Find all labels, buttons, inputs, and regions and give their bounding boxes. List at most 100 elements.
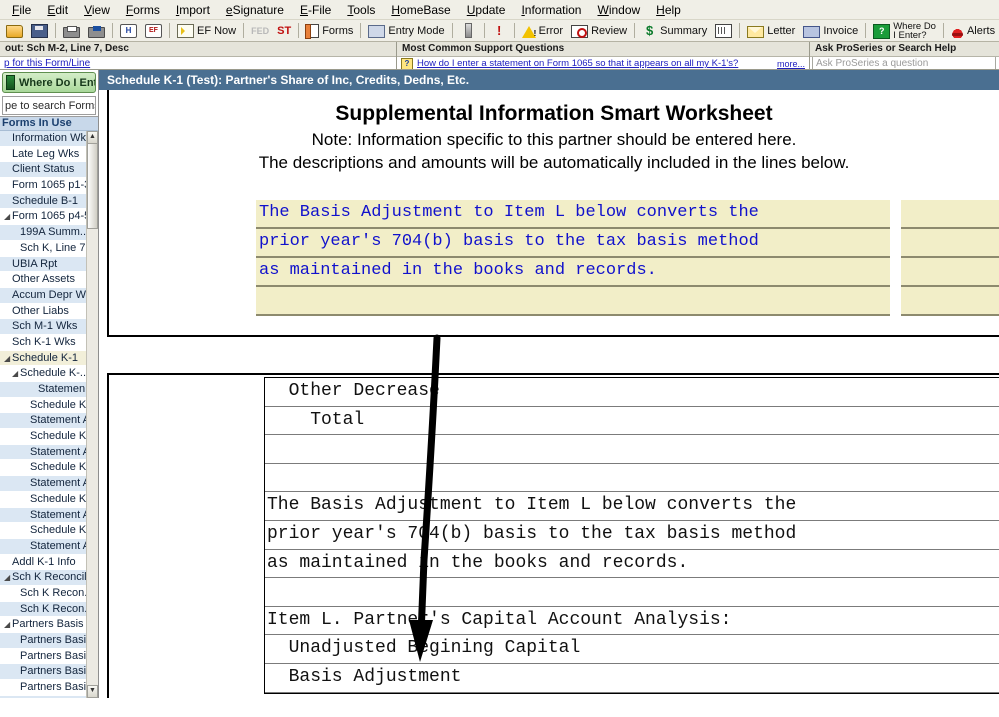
sidebar-item-schedule-k[interactable]: Schedule K-...	[0, 523, 87, 539]
menu-item-view[interactable]: View	[76, 1, 118, 19]
sidebar-item-statemen[interactable]: Statemen...	[0, 382, 87, 398]
forms-list-scrollbar[interactable]: ▲ ▼	[86, 131, 98, 698]
smart-amount-field[interactable]	[901, 200, 999, 229]
sidebar-item-other-assets[interactable]: Other Assets	[0, 272, 87, 288]
sidebar-item-ubia-rpt[interactable]: UBIA Rpt	[0, 256, 87, 273]
context-help-link[interactable]: p for this Form/Line	[4, 58, 90, 69]
forms-button[interactable]: Forms	[302, 21, 357, 40]
worksheet-amount-cell[interactable]	[904, 435, 999, 463]
print-button[interactable]	[59, 21, 84, 40]
sidebar-item-partners-basi[interactable]: Partners Basi...	[0, 695, 87, 698]
sidebar-item-addl-k-1-info[interactable]: Addl K-1 Info	[0, 555, 87, 571]
smart-amount-field[interactable]	[901, 287, 999, 316]
tree-twisty-icon[interactable]: ◢	[4, 210, 12, 224]
sidebar-item-schedule-b-1[interactable]: Schedule B-1	[0, 193, 87, 210]
tree-twisty-icon[interactable]: ◢	[4, 571, 12, 585]
sidebar-item-schedule-k[interactable]: ◢ Schedule K-...	[0, 366, 87, 382]
sidebar-item-information-wks[interactable]: Information Wks	[0, 131, 87, 147]
where-do-i-enter-button[interactable]: ? Where Do I Enter?	[869, 21, 940, 40]
sidebar-item-form-1065-p1-3[interactable]: Form 1065 p1-3	[0, 178, 87, 194]
sidebar-item-partners-basi[interactable]: Partners Basi...	[0, 649, 87, 665]
sidebar-item-sch-k-line-7[interactable]: Sch K, Line 7,...	[0, 241, 87, 257]
worksheet-description-cell[interactable]: The Basis Adjustment to Item L below con…	[265, 492, 904, 520]
ef-center-button[interactable]: EF	[141, 21, 166, 40]
print-preview-button[interactable]	[84, 21, 109, 40]
scroll-down-icon[interactable]: ▼	[87, 685, 98, 698]
menu-item-window[interactable]: Window	[589, 1, 648, 19]
worksheet-description-cell[interactable]: Unadjusted Begining Capital	[265, 635, 904, 663]
sidebar-item-statement-a[interactable]: Statement A...	[0, 444, 87, 461]
menu-item-file[interactable]: File	[4, 1, 39, 19]
sidebar-item-late-leg-wks[interactable]: Late Leg Wks	[0, 147, 87, 163]
invoice-button[interactable]: Invoice	[799, 21, 862, 40]
sidebar-item-schedule-k[interactable]: Schedule K-...	[0, 492, 87, 508]
sidebar-item-accum-depr-wks[interactable]: Accum Depr Wks	[0, 287, 87, 304]
more-link[interactable]: more...	[777, 59, 805, 69]
sidebar-item-sch-m-1-wks[interactable]: Sch M-1 Wks	[0, 319, 87, 335]
sidebar-item-schedule-k[interactable]: Schedule K-...	[0, 460, 87, 477]
open-button[interactable]	[2, 21, 27, 40]
worksheet-amount-cell[interactable]	[904, 549, 999, 578]
sidebar-item-statement-a[interactable]: Statement A...	[0, 413, 87, 430]
entry-mode-button[interactable]: Entry Mode	[364, 21, 448, 40]
alerts-button[interactable]: Alerts	[947, 21, 999, 40]
worksheet-amount-cell[interactable]	[904, 606, 999, 635]
sidebar-item-partners-basis[interactable]: ◢ Partners Basis	[0, 617, 87, 633]
worksheet-description-cell[interactable]: Item L. Partner's Capital Account Analys…	[265, 607, 904, 635]
smart-description-field[interactable]: The Basis Adjustment to Item L below con…	[256, 200, 890, 229]
support-question-link[interactable]: How do I enter a statement on Form 1065 …	[417, 58, 738, 69]
smart-description-field[interactable]: as maintained in the books and records.	[256, 258, 890, 287]
worksheet-description-cell[interactable]	[265, 435, 904, 463]
letter-button[interactable]: Letter	[743, 21, 799, 40]
scrollbar-thumb[interactable]	[87, 143, 98, 229]
worksheet-amount-cell[interactable]: -227,711.	[904, 663, 999, 692]
flag-indicator[interactable]: !	[488, 21, 511, 40]
homebase-button[interactable]: H	[116, 21, 141, 40]
menu-item-help[interactable]: Help	[648, 1, 689, 19]
smart-amount-field[interactable]	[901, 229, 999, 258]
worksheet-description-cell[interactable]: as maintained in the books and records.	[265, 550, 904, 578]
bar-indicator[interactable]	[456, 21, 481, 40]
menu-item-information[interactable]: Information	[513, 1, 589, 19]
worksheet-amount-cell[interactable]: -182,109.	[904, 378, 999, 406]
summary-button[interactable]: $ Summary	[638, 21, 711, 40]
sidebar-item-partners-basi[interactable]: Partners Basi...	[0, 664, 87, 681]
sidebar-item-schedule-k[interactable]: Schedule K-...	[0, 429, 87, 445]
sidebar-item-statement-a[interactable]: Statement A...	[0, 476, 87, 492]
sidebar-item-199a-summ[interactable]: 199A Summ...	[0, 225, 87, 241]
sidebar-item-other-liabs[interactable]: Other Liabs	[0, 304, 87, 320]
sidebar-item-statement-a[interactable]: Statement A...	[0, 538, 87, 555]
error-button[interactable]: Error	[518, 21, 567, 40]
worksheet-description-cell[interactable]: prior year's 704(b) basis to the tax bas…	[265, 521, 904, 549]
worksheet-description-cell[interactable]	[265, 578, 904, 606]
worksheet-amount-cell[interactable]	[904, 520, 999, 549]
sidebar-item-sch-k-1-wks[interactable]: Sch K-1 Wks	[0, 335, 87, 351]
save-button[interactable]	[27, 21, 52, 40]
menu-item-homebase[interactable]: HomeBase	[383, 1, 458, 19]
menu-item-update[interactable]: Update	[459, 1, 514, 19]
menu-item-tools[interactable]: Tools	[339, 1, 383, 19]
worksheet-amount-cell[interactable]: -174,015.	[904, 406, 999, 435]
calculator-button[interactable]	[711, 21, 736, 40]
sidebar-item-schedule-k-1[interactable]: ◢ Schedule K-1	[0, 350, 87, 367]
ef-now-button[interactable]: EF Now	[173, 21, 240, 40]
worksheet-description-cell[interactable]: Other Decrease	[265, 378, 904, 406]
forms-search-input[interactable]: pe to search Forms In 🔍	[2, 96, 96, 115]
menu-item-forms[interactable]: Forms	[118, 1, 168, 19]
sidebar-item-sch-k-recon[interactable]: Sch K Recon...	[0, 601, 87, 618]
sidebar-item-partners-basi[interactable]: Partners Basi...	[0, 633, 87, 649]
menu-item-import[interactable]: Import	[168, 1, 218, 19]
worksheet-description-cell[interactable]	[265, 464, 904, 492]
smart-description-field[interactable]	[256, 287, 890, 316]
tree-twisty-icon[interactable]: ◢	[12, 367, 20, 381]
sidebar-item-form-1065-p4-5[interactable]: ◢ Form 1065 p4-5	[0, 209, 87, 226]
worksheet-description-cell[interactable]: Total	[265, 407, 904, 435]
tree-twisty-icon[interactable]: ◢	[4, 352, 12, 366]
worksheet-amount-cell[interactable]	[904, 578, 999, 606]
ask-proseries-input[interactable]: Ask ProSeries a question	[812, 57, 996, 69]
sidebar-where-do-i-enter-button[interactable]: Where Do I Enter?	[2, 72, 96, 93]
tree-twisty-icon[interactable]: ◢	[4, 618, 12, 632]
sidebar-item-sch-k-reconcile[interactable]: ◢ Sch K Reconcile	[0, 570, 87, 586]
sidebar-item-sch-k-recon[interactable]: Sch K Recon...	[0, 586, 87, 602]
sidebar-item-partners-basi[interactable]: Partners Basi...	[0, 680, 87, 696]
